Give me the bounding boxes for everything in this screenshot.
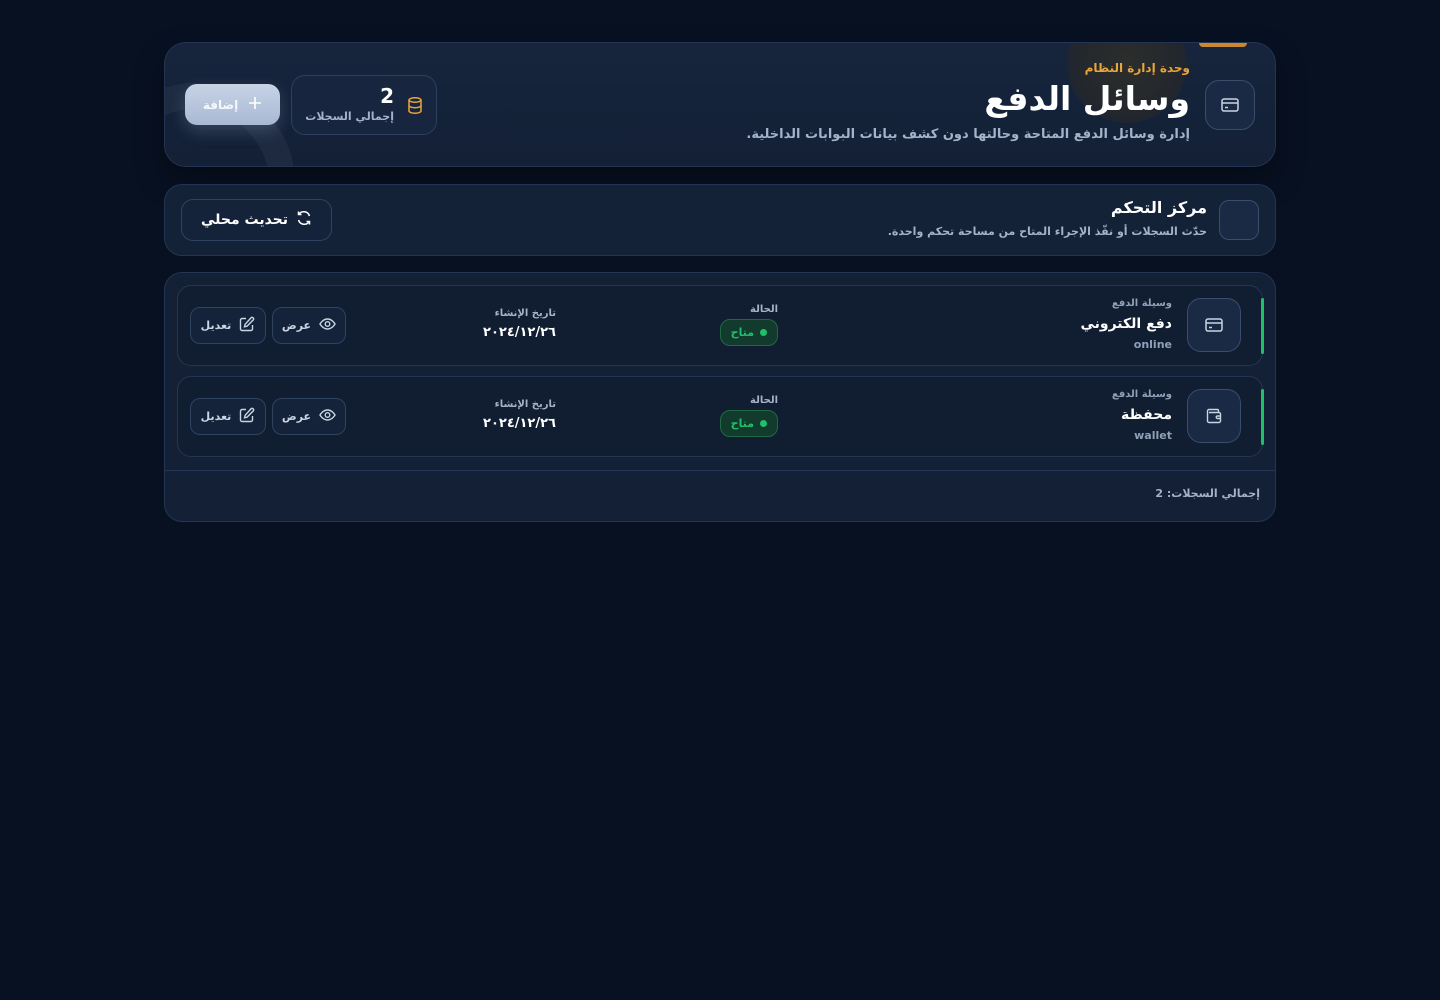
page-title: وسائل الدفع: [984, 79, 1190, 118]
page-subtitle: إدارة وسائل الدفع المتاحة وحالتها دون كش…: [746, 127, 1190, 142]
edit-button-label: تعديل: [200, 410, 232, 423]
created-date-value: ٢٠٢٤/١٢/٢٦: [483, 416, 556, 431]
created-date-label: تاريخ الإنشاء: [494, 308, 556, 319]
status-dot: [760, 329, 767, 336]
method-name: دفع الكتروني: [1080, 316, 1172, 332]
method-code: wallet: [1134, 429, 1172, 442]
total-records-value: 2: [380, 84, 394, 108]
list-item: وسيلة الدفع دفع الكتروني online الحالة م…: [177, 285, 1264, 366]
database-icon: [408, 97, 422, 118]
add-button-label: إضافة: [202, 97, 239, 112]
method-name: محفظة: [1121, 407, 1172, 423]
total-records-label: إجمالي السجلات: [305, 110, 394, 123]
status-text: متاح: [730, 326, 754, 339]
page-header: وحدة إدارة النظام وسائل الدفع إدارة وسائ…: [164, 42, 1276, 167]
page: وحدة إدارة النظام وسائل الدفع إدارة وسائ…: [164, 42, 1276, 522]
control-center-subtitle: حدّث السجلات أو نفّذ الإجراء المتاح من م…: [887, 225, 1207, 238]
method-type-label: وسيلة الدفع: [1111, 389, 1172, 400]
records-total: إجمالي السجلات: 2: [1155, 487, 1260, 500]
view-button[interactable]: عرض: [272, 398, 346, 435]
method-code: online: [1133, 338, 1172, 351]
view-button-label: عرض: [281, 319, 312, 332]
eye-icon: [319, 318, 336, 333]
status-badge: متاح: [719, 319, 778, 346]
eye-icon: [319, 409, 336, 424]
edit-icon: [239, 316, 255, 335]
payment-methods-list: وسيلة الدفع دفع الكتروني online الحالة م…: [164, 272, 1276, 522]
refresh-button[interactable]: تحديث محلي: [181, 199, 332, 241]
status-badge: متاح: [719, 410, 778, 437]
edit-icon: [239, 407, 255, 426]
control-center: مركز التحكم حدّث السجلات أو نفّذ الإجراء…: [164, 184, 1276, 256]
view-button[interactable]: عرض: [272, 307, 346, 344]
created-date-value: ٢٠٢٤/١٢/٢٦: [483, 325, 556, 340]
refresh-icon: [296, 210, 312, 230]
status-label: الحالة: [750, 395, 778, 406]
control-center-icon: [1219, 200, 1259, 240]
status-indicator-bar: [1261, 389, 1264, 445]
edit-button[interactable]: تعديل: [190, 398, 266, 435]
refresh-button-label: تحديث محلي: [200, 212, 289, 228]
status-label: الحالة: [750, 304, 778, 315]
card-icon: [1205, 80, 1255, 130]
plus-icon: [248, 96, 262, 113]
method-type-label: وسيلة الدفع: [1111, 298, 1172, 309]
total-records-stat: 2 إجمالي السجلات: [291, 75, 437, 135]
header-accent: [1199, 43, 1247, 47]
edit-button-label: تعديل: [200, 319, 232, 332]
add-button[interactable]: إضافة: [185, 84, 280, 125]
control-center-title: مركز التحكم: [1110, 198, 1207, 217]
status-indicator-bar: [1261, 298, 1264, 354]
list-item: وسيلة الدفع محفظة wallet الحالة متاح تار…: [177, 376, 1264, 457]
view-button-label: عرض: [281, 410, 312, 423]
header-text: وحدة إدارة النظام وسائل الدفع إدارة وسائ…: [746, 61, 1190, 142]
edit-button[interactable]: تعديل: [190, 307, 266, 344]
list-divider: [165, 470, 1275, 471]
card-icon: [1187, 298, 1241, 352]
status-dot: [760, 420, 767, 427]
module-eyebrow: وحدة إدارة النظام: [1084, 61, 1190, 75]
created-date-label: تاريخ الإنشاء: [494, 399, 556, 410]
wallet-icon: [1187, 389, 1241, 443]
status-text: متاح: [730, 417, 754, 430]
